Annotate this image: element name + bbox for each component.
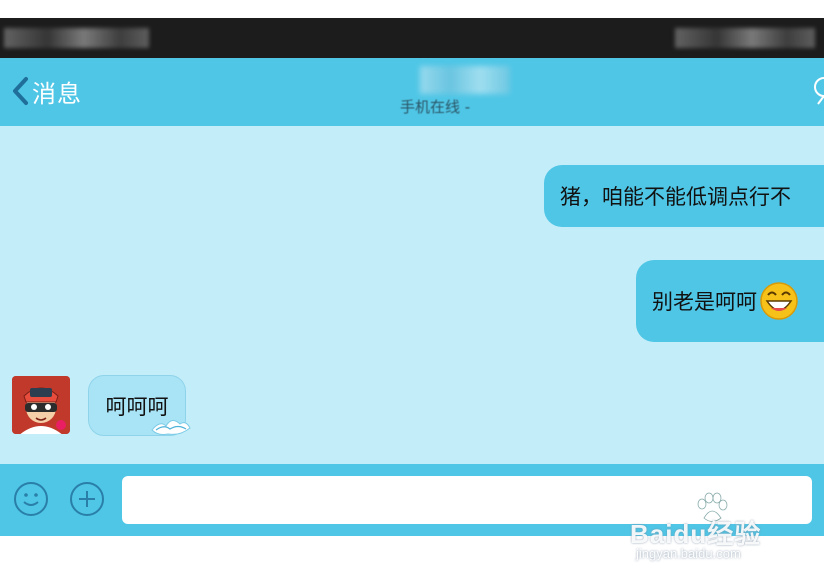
nav-bar: 消息 手机在线 - xyxy=(0,58,824,126)
contact-name-blurred xyxy=(420,66,510,94)
grinning-face-icon xyxy=(760,282,798,320)
avatar[interactable] xyxy=(12,376,70,434)
chat-area[interactable]: 猪，咱能不能低调点行不 别老是呵呵 呵呵呵 xyxy=(0,126,824,464)
add-button[interactable] xyxy=(69,481,105,517)
back-button[interactable]: 消息 xyxy=(10,74,82,108)
message-bubble-outgoing[interactable]: 别老是呵呵 xyxy=(636,260,824,342)
input-bar xyxy=(0,464,824,536)
status-bar-blurred-left xyxy=(4,28,149,48)
status-bar xyxy=(0,18,824,58)
message-text: 别老是呵呵 xyxy=(652,290,757,314)
online-status: 手机在线 - xyxy=(400,98,471,116)
emoji-button[interactable] xyxy=(13,481,49,517)
chevron-left-icon xyxy=(13,77,28,105)
wave-decoration-icon xyxy=(151,420,191,435)
message-input[interactable] xyxy=(122,476,812,524)
watermark-url: jingyan.baidu.com xyxy=(636,546,741,561)
status-bar-blurred-right xyxy=(675,28,815,48)
message-bubble-outgoing[interactable]: 猪，咱能不能低调点行不 xyxy=(544,165,824,227)
profile-icon[interactable] xyxy=(810,76,824,106)
back-label: 消息 xyxy=(32,79,82,108)
arale-avatar-icon xyxy=(12,376,70,434)
message-text: 猪，咱能不能低调点行不 xyxy=(560,185,791,209)
